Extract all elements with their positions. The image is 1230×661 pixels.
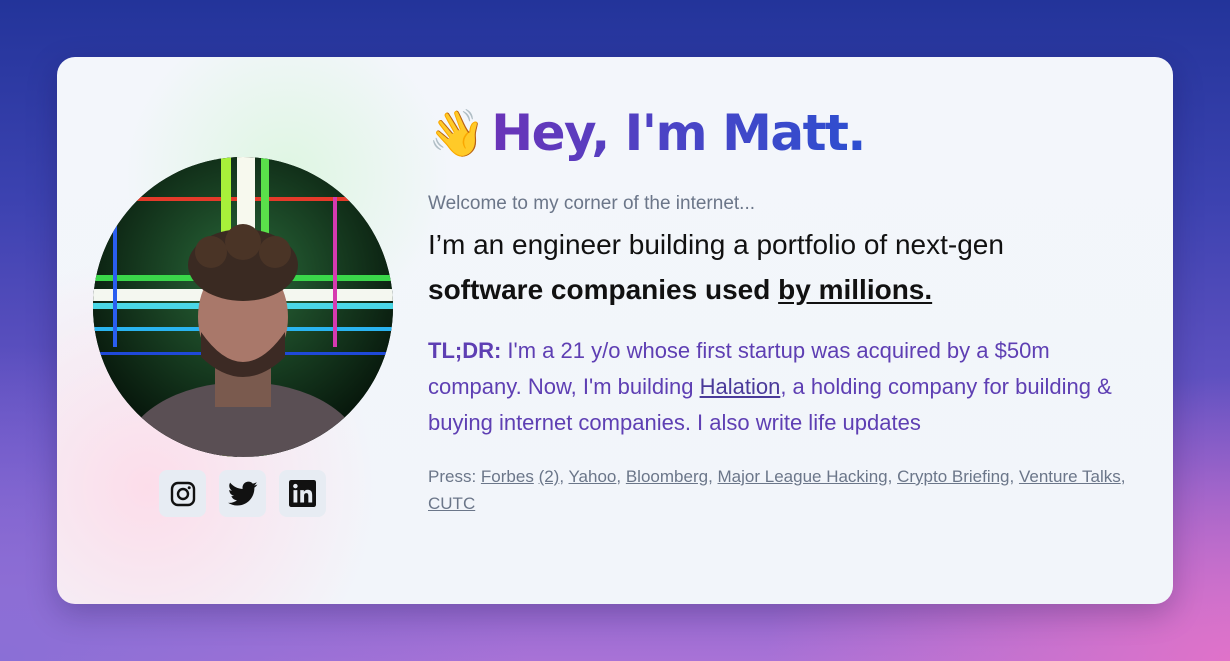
hero-content: 👋 Hey, I'm Matt. Welcome to my corner of…	[428, 97, 1128, 517]
tldr-label: TL;DR:	[428, 338, 502, 363]
press-link-crypto-briefing[interactable]: Crypto Briefing	[897, 467, 1009, 486]
profile-card: 👋 Hey, I'm Matt. Welcome to my corner of…	[57, 57, 1173, 604]
intro-bold: software companies used	[428, 274, 771, 305]
press-link-forbes[interactable]: Forbes	[481, 467, 534, 486]
profile-photo	[93, 157, 393, 457]
press-link-yahoo[interactable]: Yahoo	[568, 467, 616, 486]
instagram-button[interactable]	[159, 470, 206, 517]
press-list: Press: Forbes (2), Yahoo, Bloomberg, Maj…	[428, 467, 1126, 513]
press-label: Press:	[428, 467, 481, 486]
intro-text: I’m an engineer building a portfolio of …	[428, 222, 1128, 312]
instagram-icon	[170, 481, 195, 506]
press-link-bloomberg[interactable]: Bloomberg	[626, 467, 708, 486]
headline: 👋 Hey, I'm Matt.	[428, 97, 1128, 169]
page-title: Hey, I'm Matt.	[491, 104, 866, 162]
intro-line: I’m an engineer building a portfolio of …	[428, 229, 1004, 260]
tldr-paragraph: TL;DR: I'm a 21 y/o whose first startup …	[428, 333, 1128, 441]
halation-link[interactable]: Halation	[700, 374, 781, 399]
press-link-mlh[interactable]: Major League Hacking	[718, 467, 888, 486]
social-links	[159, 470, 326, 517]
twitter-icon	[227, 481, 257, 505]
wave-icon: 👋	[428, 107, 486, 159]
press-link-venture-talks[interactable]: Venture Talks	[1019, 467, 1121, 486]
linkedin-icon	[289, 480, 316, 507]
by-millions-link[interactable]: by millions.	[778, 274, 932, 305]
linkedin-button[interactable]	[279, 470, 326, 517]
welcome-text: Welcome to my corner of the internet...	[428, 193, 756, 214]
twitter-button[interactable]	[219, 470, 266, 517]
press-link-cutc[interactable]: CUTC	[428, 494, 475, 513]
press-link-forbes-2[interactable]: (2)	[539, 467, 560, 486]
